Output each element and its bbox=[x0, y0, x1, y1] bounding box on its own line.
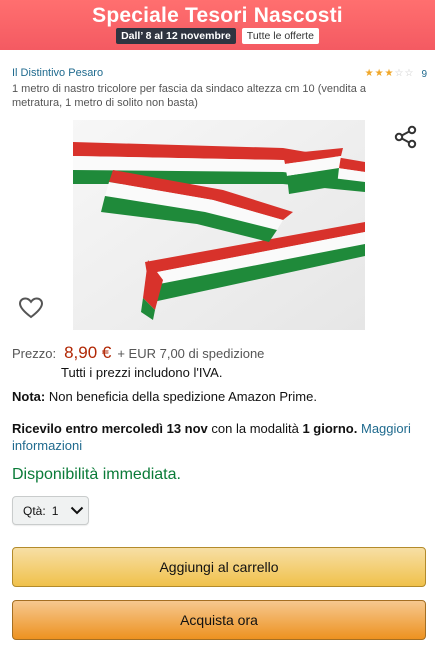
star-empty-icon: ☆ bbox=[404, 68, 414, 79]
vat-note: Tutti i prezzi includono l'IVA. bbox=[61, 365, 223, 380]
quantity-label: Qtà: bbox=[23, 503, 46, 518]
rating-count[interactable]: 9 bbox=[421, 69, 427, 80]
note-label: Nota: bbox=[12, 389, 46, 404]
promo-banner[interactable]: Speciale Tesori Nascosti Dall’ 8 al 12 n… bbox=[0, 0, 435, 50]
price-label: Prezzo: bbox=[12, 346, 57, 361]
add-to-cart-button[interactable]: Aggiungi al carrello bbox=[12, 547, 426, 587]
delivery-mode: 1 giorno. bbox=[302, 421, 358, 436]
price-value: 8,90 € bbox=[64, 343, 112, 362]
star-filled-icon: ★ bbox=[364, 68, 374, 79]
delivery-middle: con la modalità bbox=[207, 421, 303, 436]
star-filled-icon: ★ bbox=[384, 68, 394, 79]
tricolor-ribbon-image bbox=[73, 120, 365, 330]
rating-summary[interactable]: ★ ★ ★ ☆ ☆ 9 bbox=[365, 68, 427, 80]
seller-link[interactable]: Il Distintivo Pesaro bbox=[12, 67, 103, 79]
chevron-down-icon bbox=[71, 506, 84, 515]
price-row: Prezzo: 8,90 € + EUR 7,00 di spedizione bbox=[12, 343, 264, 363]
rating-stars: ★ ★ ★ ☆ ☆ bbox=[365, 69, 414, 79]
star-empty-icon: ☆ bbox=[394, 68, 404, 79]
note-text: Non beneficia della spedizione Amazon Pr… bbox=[48, 389, 317, 404]
shipping-cost: + EUR 7,00 di spedizione bbox=[117, 346, 265, 361]
product-image[interactable] bbox=[73, 120, 365, 330]
star-filled-icon: ★ bbox=[374, 68, 384, 79]
buy-now-button[interactable]: Acquista ora bbox=[12, 600, 426, 640]
availability-status: Disponibilità immediata. bbox=[12, 466, 181, 483]
banner-title: Speciale Tesori Nascosti bbox=[92, 4, 343, 27]
delivery-info: Ricevilo entro mercoledì 13 nov con la m… bbox=[12, 420, 422, 454]
quantity-value: 1 bbox=[51, 503, 59, 518]
quantity-select[interactable]: Qtà: 1 bbox=[12, 496, 89, 525]
delivery-date: Ricevilo entro mercoledì 13 nov bbox=[12, 421, 208, 436]
share-icon[interactable] bbox=[393, 124, 419, 150]
banner-dates: Dall’ 8 al 12 novembre bbox=[116, 28, 236, 44]
product-title: 1 metro di nastro tricolore per fascia d… bbox=[12, 83, 367, 109]
all-offers-link[interactable]: Tutte le offerte bbox=[241, 28, 319, 44]
heart-icon[interactable] bbox=[18, 296, 44, 320]
prime-note: Nota: Non beneficia della spedizione Ama… bbox=[12, 389, 317, 404]
